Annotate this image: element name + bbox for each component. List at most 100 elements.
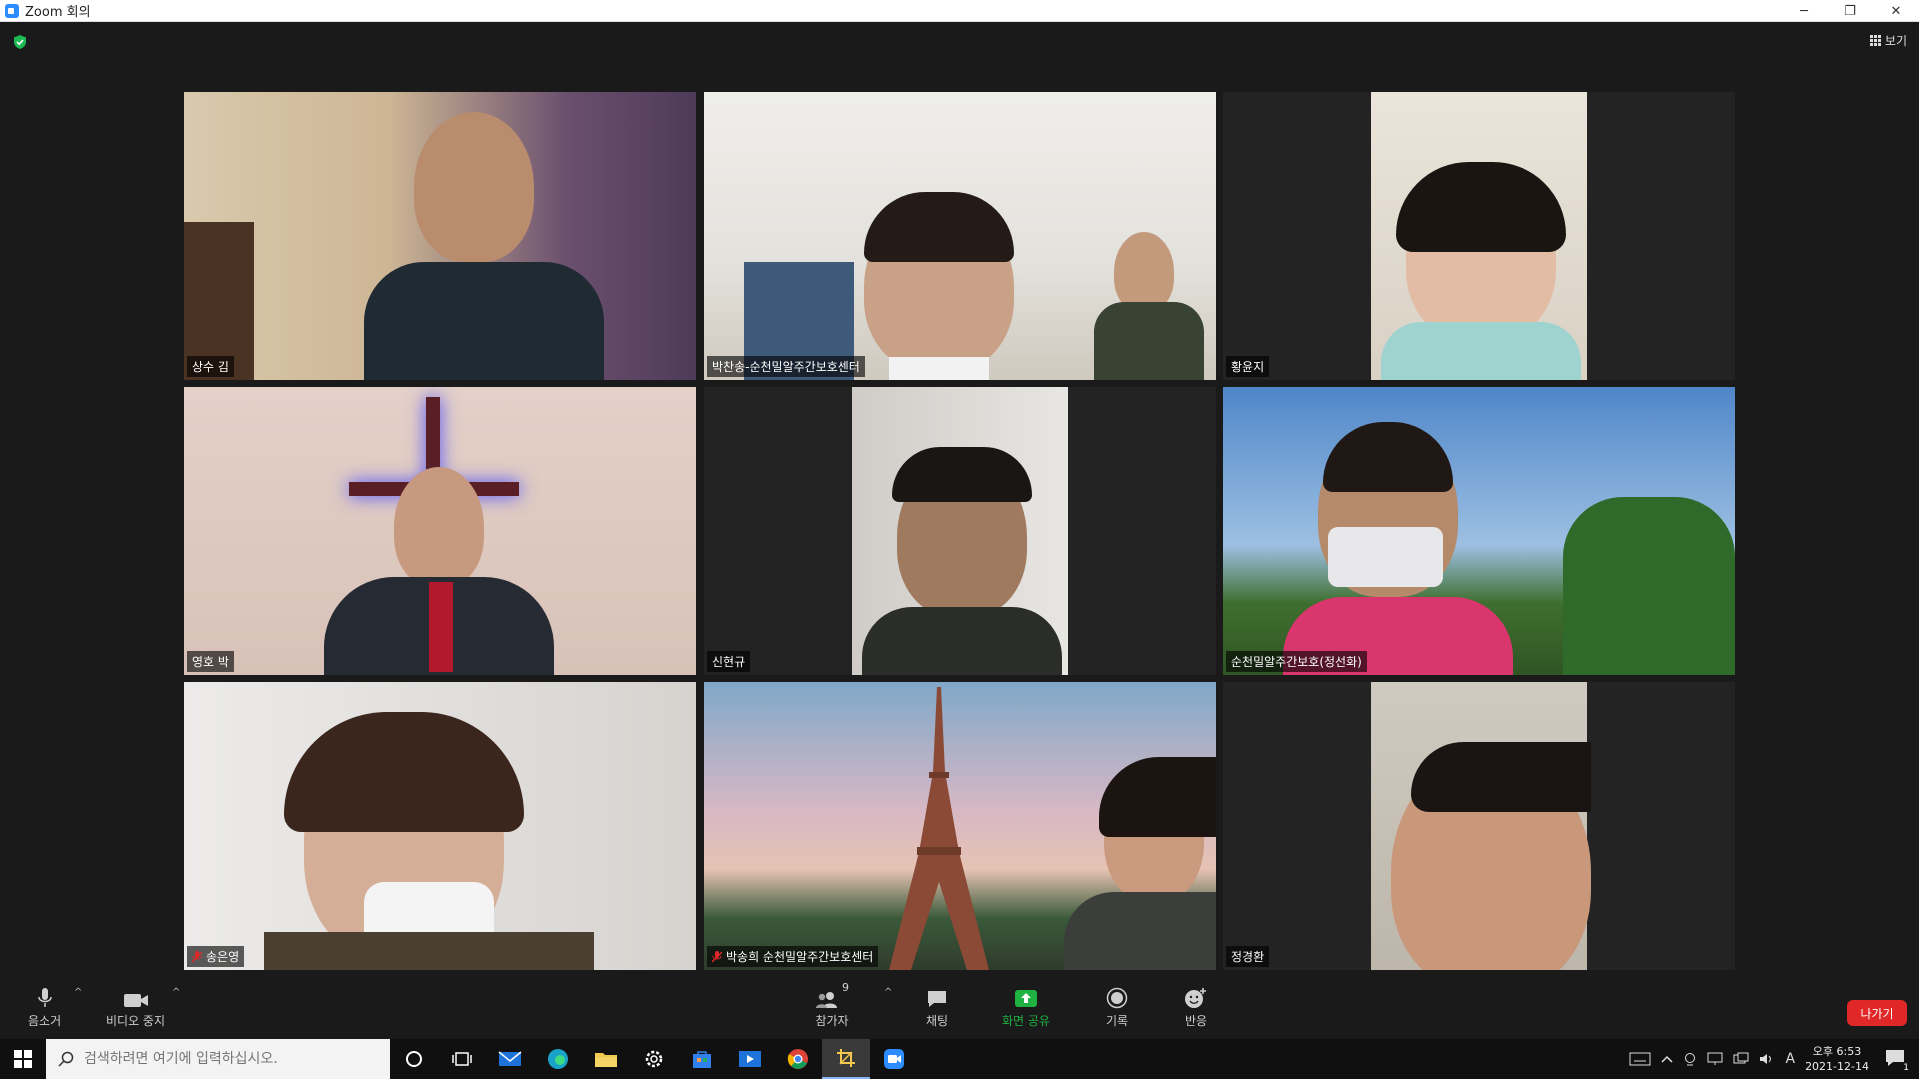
- restore-button[interactable]: ❐: [1827, 0, 1873, 22]
- search-input[interactable]: [84, 1051, 374, 1067]
- video-feed: [704, 682, 1216, 970]
- video-feed: [1371, 682, 1591, 970]
- participants-button[interactable]: 9 참가자: [815, 981, 849, 1029]
- participant-nameplate: 송은영: [187, 946, 245, 967]
- chrome-browser-icon: [787, 1049, 808, 1069]
- taskbar-search[interactable]: [46, 1039, 390, 1079]
- chat-button[interactable]: 채팅: [926, 981, 948, 1029]
- windows-taskbar: A 오후 6:53 2021-12-14 1: [0, 1039, 1919, 1079]
- chrome-app-button[interactable]: [774, 1039, 822, 1079]
- close-button[interactable]: ✕: [1873, 0, 1919, 22]
- mail-app-button[interactable]: [486, 1039, 534, 1079]
- keyboard-icon[interactable]: [1629, 1052, 1651, 1066]
- video-tile[interactable]: 순천밀알주간보호(정선화): [1223, 387, 1735, 675]
- participants-count: 9: [842, 981, 849, 994]
- video-feed: [184, 682, 696, 970]
- taskbar-clock[interactable]: 오후 6:53 2021-12-14: [1805, 1044, 1869, 1074]
- view-button[interactable]: 보기: [1869, 32, 1907, 49]
- participant-nameplate: 순천밀알주간보호(정선화): [1226, 651, 1367, 672]
- audio-options-caret[interactable]: ^: [74, 987, 82, 998]
- chat-icon: [928, 991, 947, 1007]
- participant-nameplate: 상수 김: [187, 356, 234, 377]
- store-bag-icon: [693, 1051, 711, 1068]
- notification-center-button[interactable]: 1: [1885, 1049, 1911, 1073]
- gear-icon: [645, 1050, 663, 1068]
- volume-icon[interactable]: [1759, 1052, 1775, 1066]
- video-feed: [704, 92, 1216, 380]
- edge-app-button[interactable]: [534, 1039, 582, 1079]
- video-tile[interactable]: 박송희 순천밀알주간보호센터: [704, 682, 1216, 970]
- meeting-stage: 보기 상수 김 박찬송-순천밀알주간보호센터 황윤지 영호 박 신현규 순천밀알…: [0, 22, 1919, 975]
- meeting-toolbar: 음소거 ^ 비디오 중지 ^ 9 참가자 ^ 채팅 화면 공유 기록 반응 나가…: [0, 975, 1919, 1039]
- record-button[interactable]: 기록: [1106, 981, 1128, 1029]
- file-explorer-button[interactable]: [582, 1039, 630, 1079]
- clock-date: 2021-12-14: [1805, 1060, 1869, 1073]
- participant-nameplate: 황윤지: [1226, 356, 1270, 377]
- task-view-button[interactable]: [438, 1039, 486, 1079]
- zoom-taskbar-button[interactable]: [870, 1039, 918, 1079]
- start-button[interactable]: [0, 1039, 46, 1079]
- video-feed: [852, 387, 1068, 675]
- cortana-button[interactable]: [390, 1039, 438, 1079]
- video-tile[interactable]: 박찬송-순천밀알주간보호센터: [704, 92, 1216, 380]
- share-screen-button[interactable]: 화면 공유: [1002, 981, 1050, 1029]
- participants-options-caret[interactable]: ^: [884, 987, 892, 998]
- participant-nameplate: 신현규: [707, 651, 751, 672]
- participants-icon: [816, 992, 837, 1008]
- video-feed: [184, 92, 696, 380]
- video-camera-icon: [123, 994, 148, 1007]
- store-app-button[interactable]: [678, 1039, 726, 1079]
- video-tile[interactable]: 황윤지: [1223, 92, 1735, 380]
- microphone-icon: [37, 988, 52, 1007]
- zoom-video-icon: [884, 1049, 904, 1069]
- video-feed: [1371, 92, 1587, 380]
- reactions-button[interactable]: 반응: [1184, 981, 1208, 1029]
- leave-meeting-button[interactable]: 나가기: [1847, 1000, 1907, 1026]
- search-icon: [58, 1051, 74, 1067]
- notification-count: 1: [1901, 1063, 1911, 1073]
- shield-icon[interactable]: [12, 34, 28, 50]
- zoom-app-icon: [5, 3, 19, 18]
- task-view-icon: [452, 1052, 472, 1066]
- view-label: 보기: [1884, 34, 1907, 48]
- monitor-tray-icon[interactable]: [1707, 1052, 1723, 1066]
- video-feed: [184, 387, 696, 675]
- video-tile[interactable]: 신현규: [704, 387, 1216, 675]
- system-tray: A 오후 6:53 2021-12-14 1: [1629, 1039, 1919, 1079]
- window-title: Zoom 회의: [25, 5, 91, 20]
- record-icon: [1106, 987, 1128, 1009]
- media-app-button[interactable]: [726, 1039, 774, 1079]
- video-feed: [1223, 387, 1735, 675]
- muted-mic-icon: [192, 950, 202, 962]
- share-screen-icon: [1014, 990, 1037, 1007]
- crop-tool-icon: [837, 1049, 855, 1067]
- mute-button[interactable]: 음소거: [28, 981, 61, 1029]
- participant-nameplate: 박찬송-순천밀알주간보호센터: [707, 356, 865, 377]
- input-method-indicator[interactable]: A: [1785, 1051, 1795, 1067]
- folder-icon: [595, 1053, 617, 1067]
- clock-time: 오후 6:53: [1812, 1045, 1862, 1058]
- cortana-circle-icon: [406, 1051, 422, 1067]
- snipping-tool-button[interactable]: [822, 1039, 870, 1079]
- window-titlebar: Zoom 회의 ─ ❐ ✕: [0, 0, 1919, 22]
- edge-browser-icon: [548, 1049, 568, 1069]
- stop-video-button[interactable]: 비디오 중지: [106, 981, 165, 1029]
- webcam-tray-icon[interactable]: [1683, 1052, 1697, 1066]
- participant-nameplate: 박송희 순천밀알주간보호센터: [707, 946, 879, 967]
- video-tile[interactable]: 영호 박: [184, 387, 696, 675]
- settings-app-button[interactable]: [630, 1039, 678, 1079]
- eiffel-tower-icon: [889, 687, 989, 970]
- muted-mic-icon: [712, 950, 722, 962]
- smiley-plus-icon: [1185, 988, 1206, 1008]
- mail-icon: [498, 1051, 522, 1066]
- video-tile[interactable]: 상수 김: [184, 92, 696, 380]
- minimize-button[interactable]: ─: [1781, 0, 1827, 22]
- video-options-caret[interactable]: ^: [172, 987, 180, 998]
- chevron-up-icon[interactable]: [1661, 1054, 1674, 1064]
- participant-nameplate: 정경환: [1226, 946, 1270, 967]
- grid-icon: [1869, 35, 1881, 46]
- video-tile[interactable]: 송은영: [184, 682, 696, 970]
- network-icon[interactable]: [1733, 1052, 1749, 1066]
- participant-nameplate: 영호 박: [187, 651, 234, 672]
- video-tile[interactable]: 정경환: [1223, 682, 1735, 970]
